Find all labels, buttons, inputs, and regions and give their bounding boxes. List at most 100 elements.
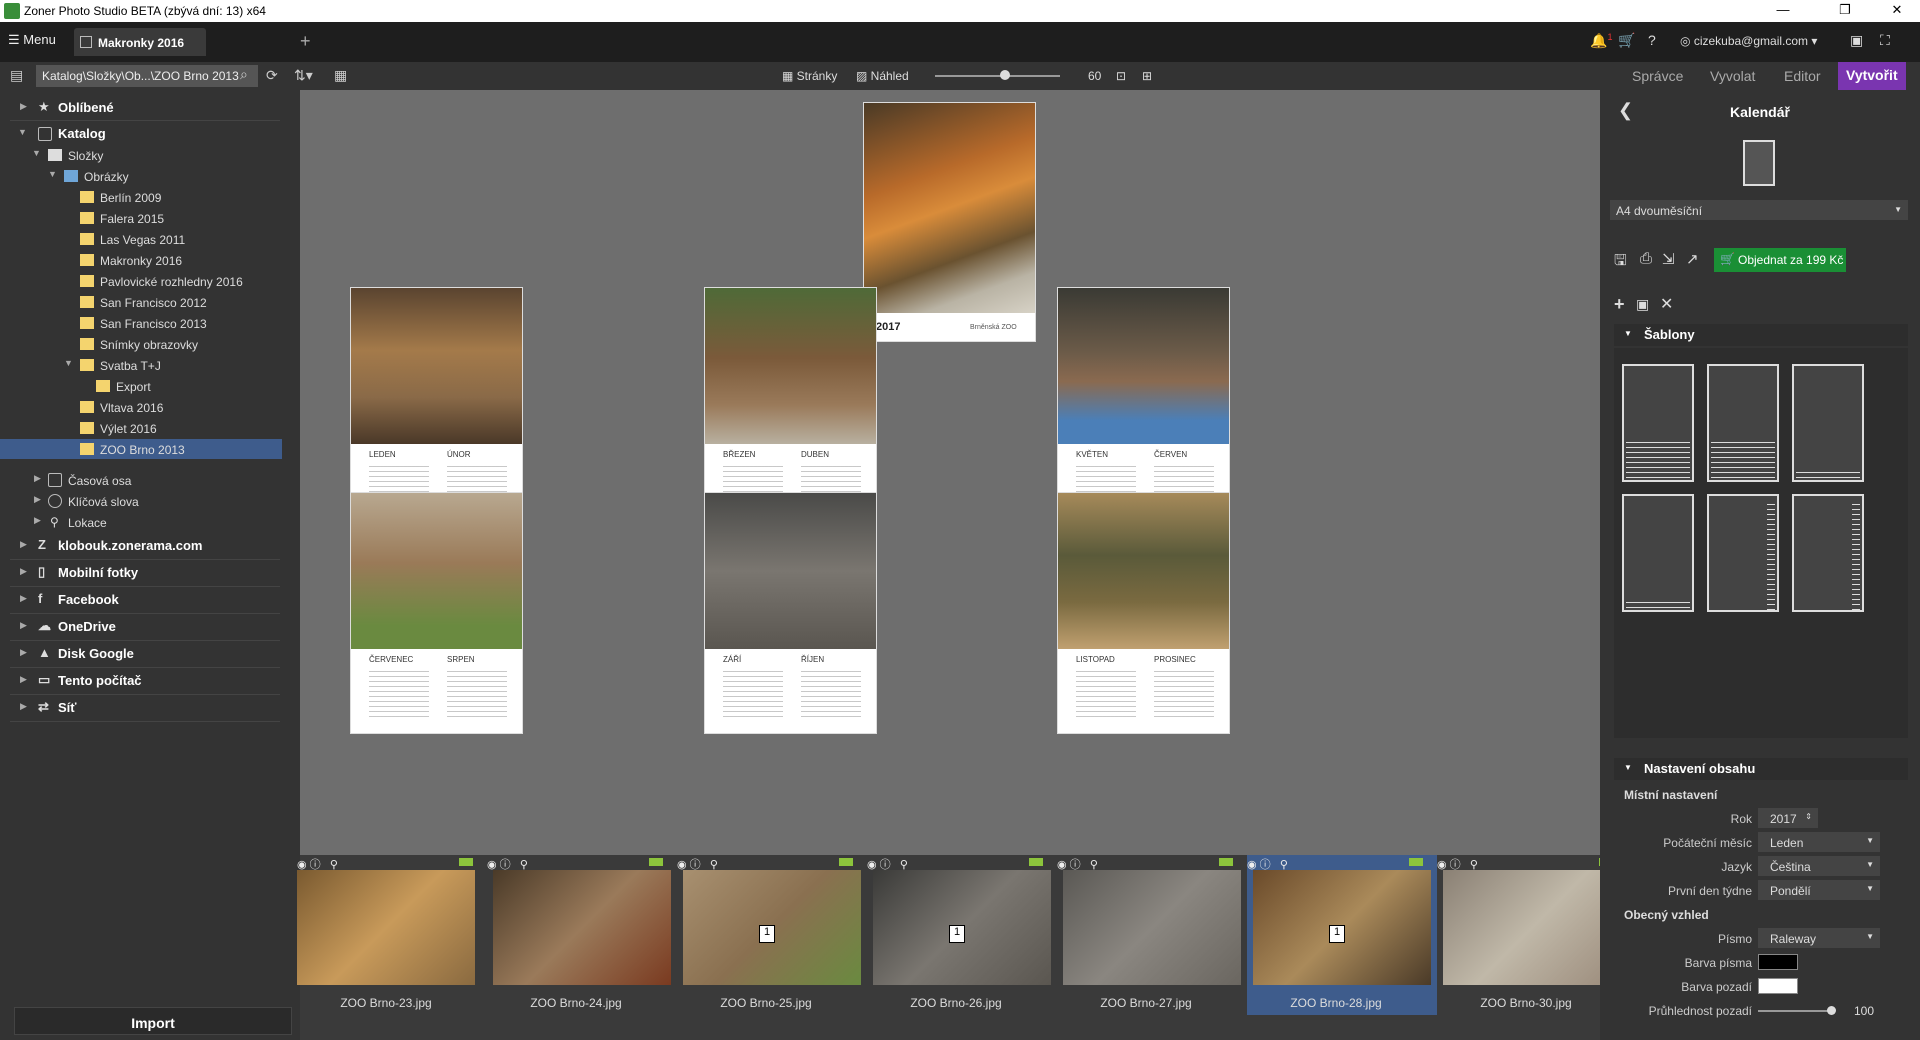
sort-icon[interactable]: ⇅▾ [294, 67, 313, 84]
expand-icon[interactable]: ▶ [34, 515, 41, 526]
content-settings-header[interactable]: ▼ Nastavení obsahu [1614, 758, 1908, 780]
tree-subfolder[interactable]: Snímky obrazovky [0, 334, 282, 354]
cart-icon[interactable]: 🛒 [1618, 32, 1635, 49]
save-icon[interactable]: 🖫 [1614, 250, 1627, 275]
user-account[interactable]: ◎ cizekuba@gmail.com ▾ [1680, 34, 1817, 48]
browse-folder-icon[interactable]: ▤ [10, 67, 23, 84]
tree-favorites[interactable]: ▶ Oblíbené ★ [0, 98, 282, 118]
expand-icon[interactable]: ▶ [20, 647, 27, 658]
print-icon[interactable]: ⎙ [1640, 250, 1652, 267]
format-select[interactable]: A4 dvouměsíční ▼ [1610, 200, 1908, 220]
slider-knob[interactable] [1827, 1006, 1836, 1015]
tree-source[interactable]: ▶ Zklobouk.zonerama.com [0, 536, 282, 556]
filmstrip-thumbnail[interactable]: ◉ ⓘ ⚲ ZOO Brno-23.jpg [297, 855, 487, 1015]
filmstrip-thumbnail[interactable]: ◉ ⓘ ⚲ ZOO Brno-27.jpg [1057, 855, 1247, 1015]
display-icon[interactable]: ▣ [1850, 32, 1863, 49]
add-folder-icon[interactable]: ▣ [1636, 296, 1649, 313]
bg-color-swatch[interactable] [1758, 978, 1798, 994]
import-button[interactable]: Import [14, 1007, 292, 1035]
tree-subfolder[interactable]: Berlín 2009 [0, 187, 282, 207]
tree-locations[interactable]: ▶ ⚲ Lokace [0, 512, 282, 532]
tree-source[interactable]: ▶ ☁ OneDrive [0, 617, 282, 637]
mode-editor[interactable]: Editor [1784, 68, 1821, 84]
expand-icon[interactable]: ▶ [20, 674, 27, 685]
view-pages-button[interactable]: ▦ Stránky [782, 69, 837, 83]
expand-icon[interactable]: ▶ [34, 494, 41, 505]
collapse-icon[interactable]: ▼ [48, 169, 57, 179]
filmstrip-thumbnail[interactable]: ◉ ⓘ ⚲ ZOO Brno-30.jpg [1437, 855, 1627, 1015]
tree-subfolder[interactable]: ZOO Brno 2013 [0, 439, 282, 459]
tree-subfolder[interactable]: Výlet 2016 [0, 418, 282, 438]
calendar-cover-page[interactable]: 2017 Brněnská ZOO [863, 102, 1036, 342]
tree-timeline[interactable]: ▶ Časová osa [0, 470, 282, 490]
tree-source[interactable]: ▶ ▯ Mobilní fotky [0, 563, 282, 583]
year-spinner[interactable]: 2017 ⇕ [1758, 808, 1818, 828]
tree-subfolder[interactable]: Falera 2015 [0, 208, 282, 228]
collapse-icon[interactable]: ▼ [64, 358, 73, 368]
template-6[interactable] [1792, 494, 1864, 612]
tree-keywords[interactable]: ▶ Klíčová slova [0, 491, 282, 511]
font-color-swatch[interactable] [1758, 954, 1798, 970]
calendar-page[interactable]: ZÁŘÍ ŘÍJEN [704, 492, 877, 734]
new-folder-icon[interactable]: ▦ [334, 67, 347, 84]
filmstrip-thumbnail[interactable]: ◉ ⓘ ⚲ 1 ZOO Brno-25.jpg [677, 855, 867, 1015]
tree-subfolder[interactable]: Makronky 2016 [0, 250, 282, 270]
template-3[interactable] [1792, 364, 1864, 482]
tree-subfolder[interactable]: Las Vegas 2011 [0, 229, 282, 249]
export-icon[interactable]: ⇲ [1662, 250, 1675, 268]
template-4[interactable] [1622, 494, 1694, 612]
path-field[interactable]: Katalog\Složky\Ob...\ZOO Brno 2013 [36, 65, 258, 87]
notification-icon[interactable]: 🔔1 [1590, 32, 1612, 50]
expand-icon[interactable]: ▶ [20, 701, 27, 712]
template-5[interactable] [1707, 494, 1779, 612]
refresh-icon[interactable]: ⟳ [266, 67, 278, 84]
expand-icon[interactable]: ▶ [20, 101, 27, 112]
tree-folders[interactable]: ▼ Složky [0, 145, 282, 165]
mode-develop[interactable]: Vyvolat [1710, 68, 1755, 84]
maximize-icon[interactable]: ❐ [1822, 2, 1868, 18]
calendar-page[interactable]: ČERVENEC SRPEN [350, 492, 523, 734]
new-tab-button[interactable]: + [300, 31, 311, 52]
tree-source[interactable]: ▶ ▲ Disk Google [0, 644, 282, 664]
close-icon[interactable]: ✕ [1874, 2, 1920, 18]
expand-icon[interactable]: ▶ [20, 593, 27, 604]
help-icon[interactable]: ? [1648, 32, 1656, 48]
search-icon[interactable]: ⌕ [240, 66, 248, 83]
filmstrip-thumbnail[interactable]: ◉ ⓘ ⚲ 1 ZOO Brno-28.jpg [1247, 855, 1437, 1015]
view-preview-button[interactable]: ▨ Náhled [856, 69, 909, 83]
spinner-icon[interactable]: ⇕ [1805, 812, 1812, 821]
fullscreen-icon[interactable]: ⛶ [1880, 32, 1890, 49]
tree-source[interactable]: ▶ ⇄ Síť [0, 698, 282, 718]
tree-subfolder[interactable]: San Francisco 2013 [0, 313, 282, 333]
language-select[interactable]: Čeština ▼ [1758, 856, 1880, 876]
tree-source[interactable]: ▶ f Facebook [0, 590, 282, 610]
expand-icon[interactable]: ▶ [20, 539, 27, 550]
filmstrip-thumbnail[interactable]: ◉ ⓘ ⚲ ZOO Brno-24.jpg [487, 855, 677, 1015]
tree-subfolder[interactable]: San Francisco 2012 [0, 292, 282, 312]
tree-subfolder[interactable]: Pavlovické rozhledny 2016 [0, 271, 282, 291]
remove-icon[interactable]: ✕ [1660, 294, 1673, 314]
templates-header[interactable]: ▼ Šablony [1614, 324, 1908, 346]
expand-icon[interactable]: ▶ [20, 620, 27, 631]
share-icon[interactable]: ↗ [1686, 250, 1699, 268]
template-1[interactable] [1622, 364, 1694, 482]
expand-icon[interactable]: ▶ [34, 473, 41, 484]
first-day-select[interactable]: Pondělí ▼ [1758, 880, 1880, 900]
bg-opacity-slider[interactable] [1758, 1006, 1836, 1015]
menu-button[interactable]: ☰ Menu [8, 32, 56, 48]
minimize-icon[interactable]: — [1760, 2, 1806, 17]
tree-catalog[interactable]: ▼ Katalog [0, 124, 282, 144]
order-button[interactable]: 🛒 Objednat za 199 Kč [1714, 248, 1846, 272]
tree-subfolder[interactable]: Vltava 2016 [0, 397, 282, 417]
start-month-select[interactable]: Leden ▼ [1758, 832, 1880, 852]
tree-source[interactable]: ▶ ▭ Tento počítač [0, 671, 282, 691]
calendar-page[interactable]: LISTOPAD PROSINEC [1057, 492, 1230, 734]
add-icon[interactable]: + [1614, 294, 1625, 315]
collapse-icon[interactable]: ▼ [32, 148, 41, 158]
tab-makronky[interactable]: Makronky 2016 [74, 28, 206, 56]
font-select[interactable]: Raleway ▼ [1758, 928, 1880, 948]
fit-icon[interactable]: ⊞ [1142, 69, 1152, 83]
tree-subfolder[interactable]: Export [0, 376, 282, 396]
expand-icon[interactable]: ▶ [20, 566, 27, 577]
tree-subfolder[interactable]: ▼ Svatba T+J [0, 355, 282, 375]
